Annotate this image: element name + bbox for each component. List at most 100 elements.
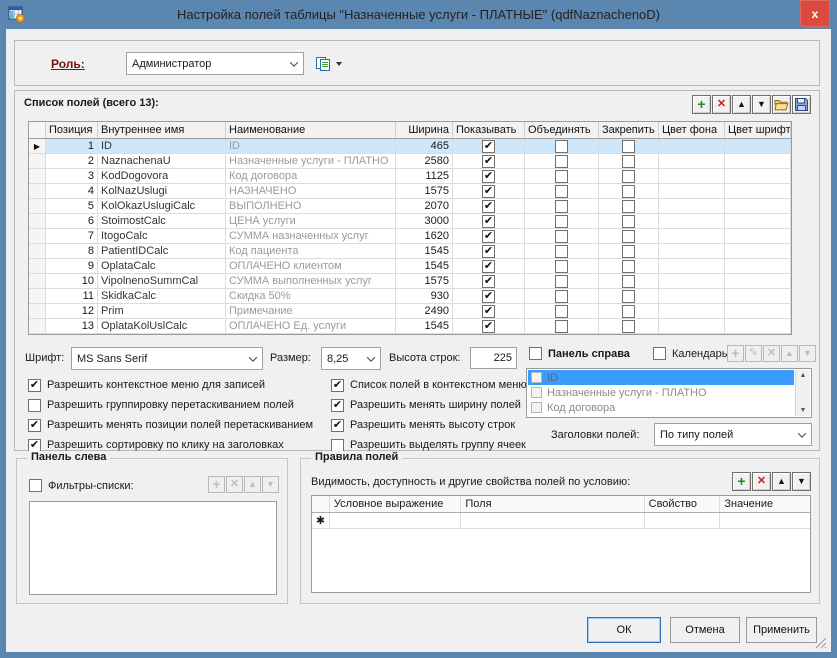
font-color-cell[interactable] [725, 259, 791, 273]
bg-color-cell[interactable] [659, 184, 725, 198]
font-color-cell[interactable] [725, 199, 791, 213]
position-cell[interactable]: 3 [46, 169, 98, 183]
bg-color-cell[interactable] [659, 139, 725, 153]
resize-grip[interactable] [815, 637, 827, 649]
pin-checkbox[interactable] [622, 155, 635, 168]
header-cell[interactable]: Объединять [525, 122, 599, 138]
width-cell[interactable]: 3000 [396, 214, 453, 228]
field-row[interactable]: 11SkidkaCalcСкидка 50%930 [29, 289, 791, 304]
caption-cell[interactable]: Код пациента [226, 244, 396, 258]
width-cell[interactable]: 1575 [396, 184, 453, 198]
field-row[interactable]: 12PrimПримечание2490 [29, 304, 791, 319]
show-checkbox[interactable] [482, 200, 495, 213]
pin-checkbox[interactable] [622, 305, 635, 318]
move-up-button[interactable]: ▲ [732, 95, 751, 114]
option-row[interactable]: Список полей в контекстном меню [331, 375, 527, 395]
ok-button[interactable]: ОК [587, 617, 661, 643]
move-down-button[interactable]: ▼ [752, 95, 771, 114]
font-color-cell[interactable] [725, 169, 791, 183]
scroll-up-icon[interactable]: ▲ [800, 372, 807, 379]
list-item[interactable]: Назначенные услуги - ПЛАТНО [528, 385, 794, 400]
apply-button[interactable]: Применить [746, 617, 817, 643]
internal-name-cell[interactable]: StoimostCalc [98, 214, 226, 228]
show-checkbox[interactable] [482, 155, 495, 168]
internal-name-cell[interactable]: ItogoCalc [98, 229, 226, 243]
bg-color-cell[interactable] [659, 244, 725, 258]
header-cell[interactable]: Ширина [396, 122, 453, 138]
cancel-button[interactable]: Отмена [670, 617, 740, 643]
size-combobox[interactable]: 8,25 [321, 347, 381, 370]
move-down-button[interactable]: ▼ [792, 472, 811, 491]
filters-listbox[interactable] [29, 501, 277, 595]
width-cell[interactable]: 1545 [396, 259, 453, 273]
copy-settings-button[interactable] [315, 52, 351, 75]
merge-checkbox[interactable] [555, 290, 568, 303]
position-cell[interactable]: 12 [46, 304, 98, 318]
show-checkbox[interactable] [482, 320, 495, 333]
role-combobox[interactable]: Администратор [126, 52, 304, 75]
field-row[interactable]: 13OplataKolUslCalcОПЛАЧЕНО Ед. услуги154… [29, 319, 791, 334]
field-row[interactable]: 8PatientIDCalcКод пациента1545 [29, 244, 791, 259]
bg-color-cell[interactable] [659, 289, 725, 303]
width-cell[interactable]: 1575 [396, 274, 453, 288]
merge-checkbox[interactable] [555, 185, 568, 198]
option-row[interactable]: Разрешить группировку перетаскиванием по… [28, 395, 313, 415]
option-row[interactable]: Разрешить контекстное меню для записей [28, 375, 313, 395]
caption-cell[interactable]: ОПЛАЧЕНО Ед. услуги [226, 319, 396, 333]
checkbox[interactable] [331, 379, 344, 392]
font-color-cell[interactable] [725, 319, 791, 333]
bg-color-cell[interactable] [659, 304, 725, 318]
position-cell[interactable]: 11 [46, 289, 98, 303]
internal-name-cell[interactable]: VipolnenoSummCal [98, 274, 226, 288]
caption-cell[interactable]: СУММА выполненных услуг [226, 274, 396, 288]
header-cell[interactable]: Показывать [453, 122, 525, 138]
width-cell[interactable]: 2490 [396, 304, 453, 318]
internal-name-cell[interactable]: KolNazUslugi [98, 184, 226, 198]
option-row[interactable]: Разрешить менять высоту строк [331, 415, 527, 435]
field-row[interactable]: 10VipolnenoSummCalСУММА выполненных услу… [29, 274, 791, 289]
item-checkbox[interactable] [531, 372, 542, 383]
position-cell[interactable]: 1 [46, 139, 98, 153]
delete-button[interactable]: ✕ [752, 472, 771, 491]
field-row[interactable]: 2NaznachenaUНазначенные услуги - ПЛАТНО2… [29, 154, 791, 169]
bg-color-cell[interactable] [659, 319, 725, 333]
position-cell[interactable]: 2 [46, 154, 98, 168]
font-color-cell[interactable] [725, 244, 791, 258]
field-row[interactable]: 7ItogoCalcСУММА назначенных услуг1620 [29, 229, 791, 244]
item-checkbox[interactable] [531, 402, 542, 413]
internal-name-cell[interactable]: ID [98, 139, 226, 153]
field-row[interactable]: 6StoimostCalcЦЕНА услуги3000 [29, 214, 791, 229]
show-checkbox[interactable] [482, 215, 495, 228]
show-checkbox[interactable] [482, 275, 495, 288]
checkbox[interactable] [28, 399, 41, 412]
move-up-button[interactable]: ▲ [772, 472, 791, 491]
option-row[interactable]: Разрешить менять ширину полей [331, 395, 527, 415]
pin-checkbox[interactable] [622, 200, 635, 213]
font-color-cell[interactable] [725, 184, 791, 198]
bg-color-cell[interactable] [659, 169, 725, 183]
caption-cell[interactable]: ВЫПОЛНЕНО [226, 199, 396, 213]
internal-name-cell[interactable]: OplataCalc [98, 259, 226, 273]
internal-name-cell[interactable]: Prim [98, 304, 226, 318]
merge-checkbox[interactable] [555, 320, 568, 333]
caption-cell[interactable]: НАЗНАЧЕНО [226, 184, 396, 198]
caption-cell[interactable]: ОПЛАЧЕНО клиентом [226, 259, 396, 273]
font-combobox[interactable]: MS Sans Serif [71, 347, 263, 370]
add-button[interactable]: + [732, 472, 751, 491]
bg-color-cell[interactable] [659, 274, 725, 288]
open-folder-button[interactable] [772, 95, 791, 114]
position-cell[interactable]: 5 [46, 199, 98, 213]
pin-checkbox[interactable] [622, 320, 635, 333]
merge-checkbox[interactable] [555, 140, 568, 153]
width-cell[interactable]: 930 [396, 289, 453, 303]
option-row[interactable]: Разрешить менять позиции полей перетаски… [28, 415, 313, 435]
pin-checkbox[interactable] [622, 275, 635, 288]
position-cell[interactable]: 10 [46, 274, 98, 288]
show-checkbox[interactable] [482, 170, 495, 183]
width-cell[interactable]: 2580 [396, 154, 453, 168]
list-item[interactable]: Код договора [528, 400, 794, 415]
merge-checkbox[interactable] [555, 260, 568, 273]
internal-name-cell[interactable]: SkidkaCalc [98, 289, 226, 303]
pin-checkbox[interactable] [622, 215, 635, 228]
item-checkbox[interactable] [531, 387, 542, 398]
